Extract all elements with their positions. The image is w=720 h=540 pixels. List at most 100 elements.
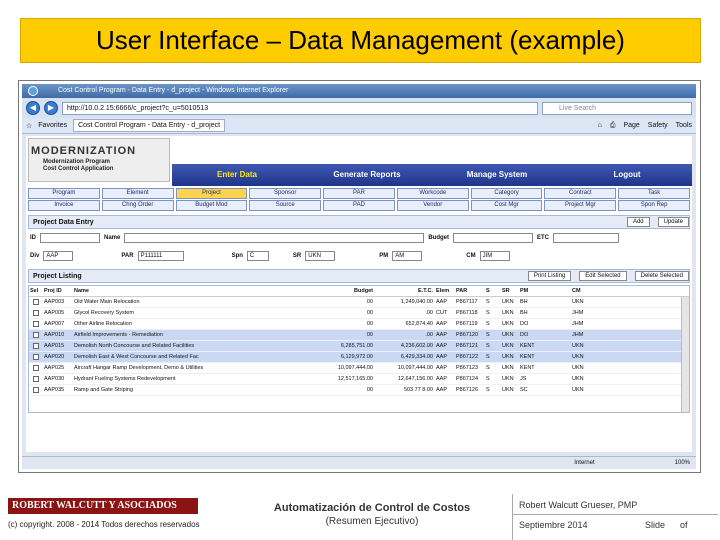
cell-name: Glycol Recovery System <box>74 310 134 316</box>
table-row[interactable]: AAP007 Other Airline Relocation 00 652,874.… <box>29 319 689 330</box>
status-bar: Internet 100% <box>22 456 696 469</box>
nav-program[interactable]: Program <box>28 188 100 199</box>
cell-s: S <box>486 376 490 382</box>
row-checkbox[interactable] <box>29 363 43 373</box>
nav-pad[interactable]: PAD <box>323 200 395 211</box>
nav-cost-mgr[interactable]: Cost Mgr <box>470 200 543 211</box>
table-row[interactable]: AAP020 Demolish East & West Concourse and… <box>29 352 689 363</box>
par-select[interactable]: P111111 <box>137 251 184 261</box>
nav-budget-mod[interactable]: Budget Mod <box>175 200 248 211</box>
nav-invoice[interactable]: Invoice <box>28 200 100 211</box>
table-row[interactable]: AAP005 Glycol Recovery System 00 .00 CUT P867… <box>29 308 689 319</box>
app-page: MODERNIZATION Modernization Program Cost… <box>26 136 692 452</box>
table-scrollbar[interactable] <box>681 297 689 412</box>
nav-chng-order[interactable]: Chng Order <box>101 200 174 211</box>
slide-number: Slide of <box>645 520 688 530</box>
menu-logout[interactable]: Logout <box>562 164 692 186</box>
cell-sr: UKN <box>502 387 514 393</box>
name-label: Name <box>104 235 121 241</box>
page-menu[interactable]: Page <box>623 122 639 130</box>
row-checkbox[interactable] <box>29 385 43 395</box>
nav-source[interactable]: Source <box>249 200 322 211</box>
table-row[interactable]: AAP015 Demolish North Concourse and Relat… <box>29 341 689 352</box>
home-icon[interactable]: ⌂ <box>598 122 602 130</box>
table-row[interactable]: AAP030 Hydrant Fueling Systems Redevelopm… <box>29 374 689 385</box>
menu-manage-system[interactable]: Manage System <box>432 164 562 186</box>
div-select[interactable]: AAP <box>43 251 74 261</box>
etc-field[interactable] <box>553 233 620 243</box>
nav-workcode[interactable]: Workcode <box>396 188 469 199</box>
nav-par[interactable]: PAR <box>323 188 395 199</box>
address-input[interactable]: http://10.0.2.15:6666/c_project?c_u=5010… <box>62 101 538 115</box>
footer-title: Automatización de Control de Costos <box>273 502 471 514</box>
nav-task[interactable]: Task <box>618 188 690 199</box>
safety-menu[interactable]: Safety <box>648 122 668 130</box>
table-row[interactable]: AAP010 Airfield Improvements - Remediatio… <box>29 330 689 341</box>
id-field[interactable] <box>40 233 100 243</box>
budget-field[interactable] <box>453 233 534 243</box>
nav-vendor[interactable]: Vendor <box>396 200 469 211</box>
company-logo: ROBERT WALCUTT Y ASOCIADOS <box>8 498 198 514</box>
menu-generate-reports[interactable]: Generate Reports <box>302 164 432 186</box>
sr-select[interactable]: UKN <box>305 251 336 261</box>
cell-etc: .00 <box>425 332 433 338</box>
cell-name: Demolish North Concourse and Related Fac… <box>74 343 195 349</box>
cell-pm: KENT <box>520 354 535 360</box>
cell-id: AAP025 <box>44 365 65 371</box>
table-row[interactable]: AAP025 Aircraft Hangar Ramp Development, … <box>29 363 689 374</box>
table-row[interactable]: AAP035 Ramp and Gate Striping 00 503.77 8.0… <box>29 385 689 396</box>
cell-budget: 00 <box>366 321 373 327</box>
nav-contract[interactable]: Contract <box>544 188 617 199</box>
cell-par: P867118 <box>456 310 478 316</box>
entry-row-2: Div AAP PAR P111111 Spn C SR UKN PM AM C… <box>26 247 692 265</box>
delete-selected-button[interactable]: Delete Selected <box>634 271 689 281</box>
cell-elem: AAP <box>436 343 448 349</box>
cell-id: AAP020 <box>44 354 65 360</box>
row-checkbox[interactable] <box>29 330 43 340</box>
spn-select[interactable]: C <box>246 251 269 261</box>
row-checkbox[interactable] <box>29 308 43 318</box>
search-input[interactable]: Live Search <box>542 101 692 115</box>
favorites-star-icon[interactable]: ☆ <box>26 122 32 130</box>
nav-project[interactable]: Project <box>175 188 248 199</box>
row-checkbox[interactable] <box>29 352 43 362</box>
nav-sponsor[interactable]: Sponsor <box>249 188 322 199</box>
add-button[interactable]: Add <box>626 217 650 227</box>
name-field[interactable] <box>124 233 425 243</box>
nav-category[interactable]: Category <box>470 188 543 199</box>
browser-tab[interactable]: Cost Control Program - Data Entry - d_pr… <box>73 119 226 132</box>
cell-cm: UKN <box>572 343 584 349</box>
row-checkbox[interactable] <box>29 341 43 351</box>
update-button[interactable]: Update <box>657 217 689 227</box>
forward-icon[interactable]: ▶ <box>44 101 58 115</box>
cell-sr: UKN <box>502 376 514 382</box>
column-spacer <box>541 286 571 296</box>
nav-spon-rep[interactable]: Spon Rep <box>618 200 690 211</box>
internet-zone: Internet <box>574 460 595 466</box>
favorites-button[interactable]: Favorites <box>38 122 67 129</box>
back-icon[interactable]: ◀ <box>26 101 40 115</box>
print-icon[interactable]: ⎙ <box>610 122 616 130</box>
zoom-level[interactable]: 100% <box>675 457 690 469</box>
nav-element[interactable]: Element <box>101 188 174 199</box>
entity-nav: Program Element Project Sponsor PAR Workcode C… <box>26 188 692 211</box>
nav-project-mgr[interactable]: Project Mgr <box>544 200 617 211</box>
pm-select[interactable]: AM <box>392 251 423 261</box>
table-row[interactable]: AAP003 Old Water Main Relocation 00 1,249,0… <box>29 297 689 308</box>
cm-select[interactable]: JIM <box>479 251 510 261</box>
edit-selected-button[interactable]: Edit Selected <box>579 271 627 281</box>
cell-name: Aircraft Hangar Ramp Development, Demo &… <box>74 365 204 371</box>
cell-budget: 10,097,444.00 <box>337 365 373 371</box>
row-checkbox[interactable] <box>29 374 43 384</box>
row-checkbox[interactable] <box>29 319 43 329</box>
cell-etc: 12,647,156.00 <box>397 376 433 382</box>
menu-enter-data[interactable]: Enter Data <box>172 164 302 186</box>
column-header: PM <box>520 288 529 294</box>
sr-label: SR <box>292 253 302 259</box>
cell-cm: UKN <box>572 354 584 360</box>
cell-id: AAP005 <box>44 310 65 316</box>
cell-etc: 6,429,334.00 <box>400 354 433 360</box>
tools-menu[interactable]: Tools <box>676 122 692 130</box>
print-listing-button[interactable]: Print Listing <box>527 271 572 281</box>
row-checkbox[interactable] <box>29 297 43 307</box>
